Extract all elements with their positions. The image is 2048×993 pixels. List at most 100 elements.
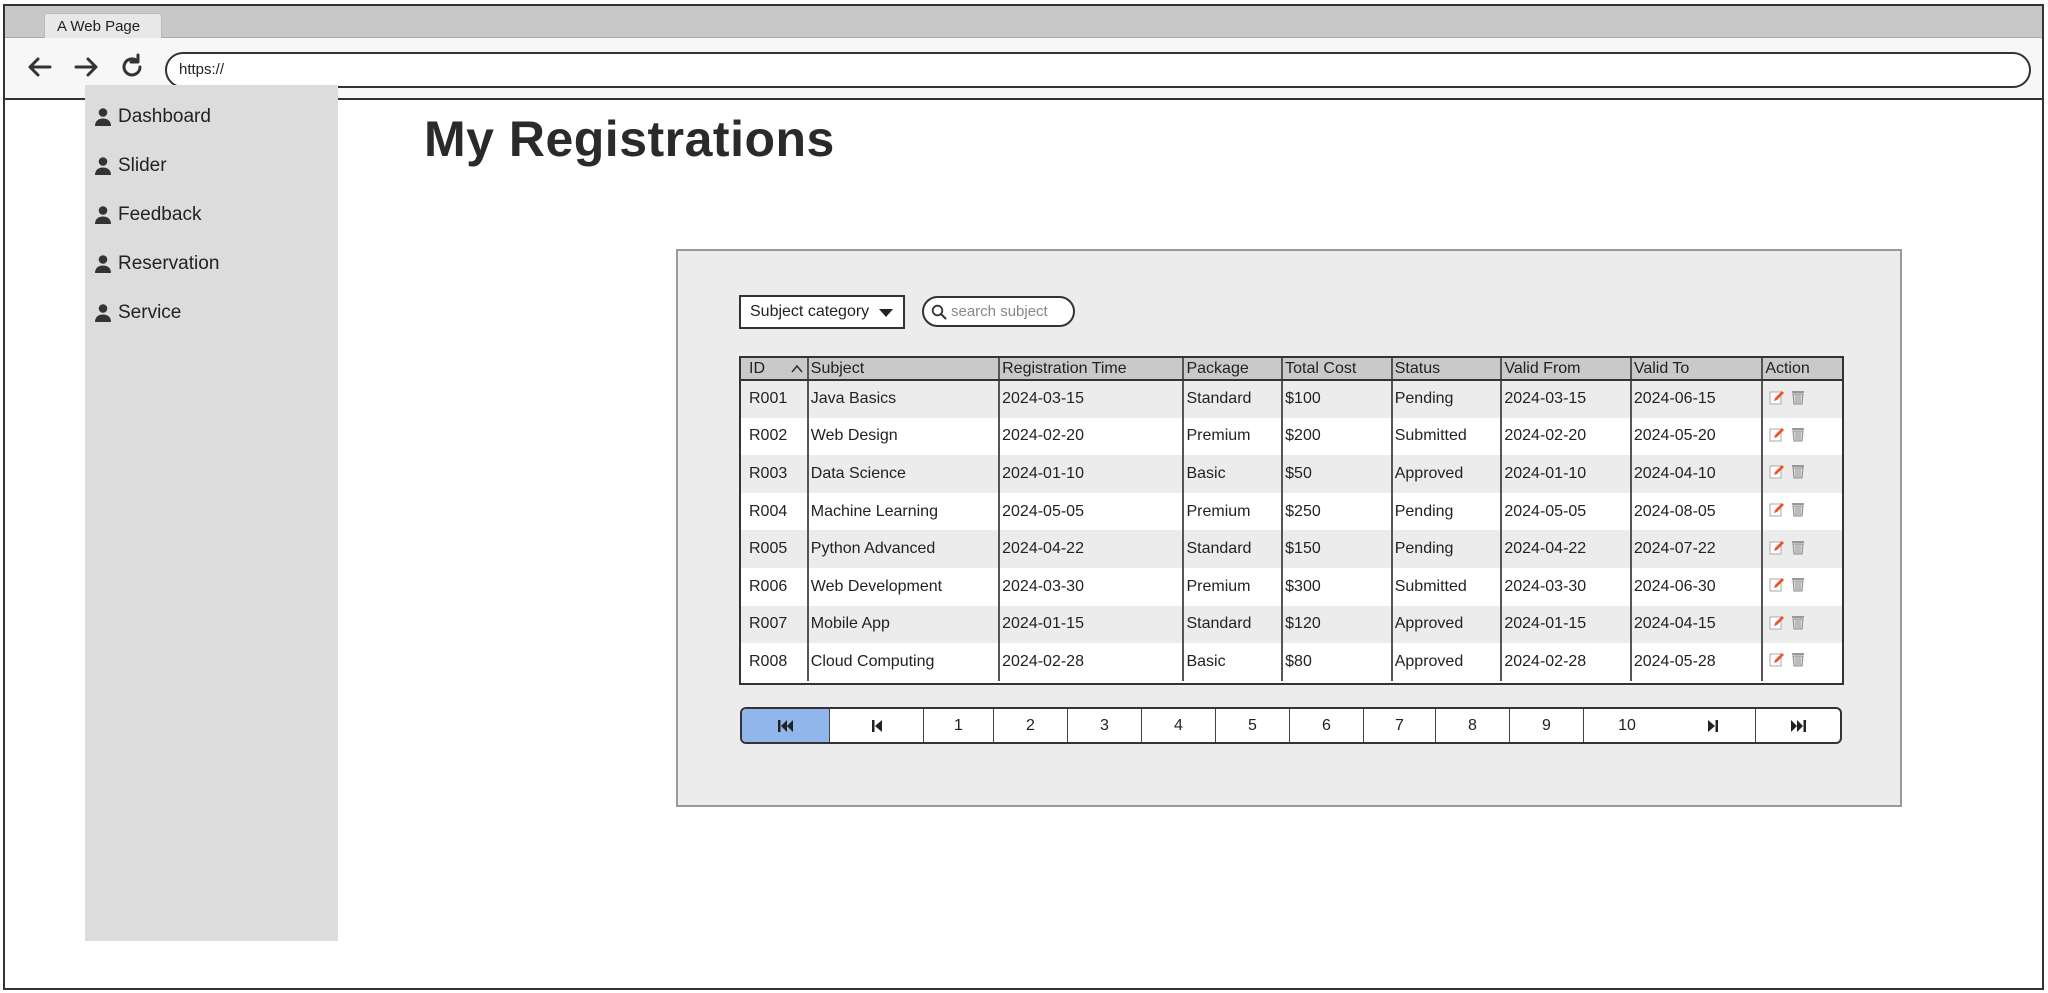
table-row[interactable]: R001 Java Basics 2024-03-15 Standard $100 Pen… xyxy=(741,380,1842,418)
cell-valid-from: 2024-04-22 xyxy=(1501,530,1632,568)
trash-icon[interactable] xyxy=(1790,463,1806,479)
trash-icon[interactable] xyxy=(1790,576,1806,592)
edit-icon[interactable] xyxy=(1769,539,1785,555)
next-page-button[interactable] xyxy=(1670,709,1756,742)
table-row[interactable]: R007 Mobile App 2024-01-15 Standard $120 Appr… xyxy=(741,605,1842,644)
page-button-4[interactable]: 4 xyxy=(1142,709,1216,742)
sidebar-item-label: Dashboard xyxy=(118,106,211,127)
edit-icon[interactable] xyxy=(1769,651,1785,667)
sidebar-item-feedback[interactable]: Feedback xyxy=(93,200,201,230)
sidebar-item-slider[interactable]: Slider xyxy=(93,151,167,181)
cell-valid-from: 2024-05-05 xyxy=(1501,492,1632,531)
reload-icon[interactable] xyxy=(115,52,149,86)
sidebar-item-label: Reservation xyxy=(118,253,220,274)
table-row[interactable]: R003 Data Science 2024-01-10 Basic $50 Approv… xyxy=(741,455,1842,493)
edit-icon[interactable] xyxy=(1769,576,1785,592)
trash-icon[interactable] xyxy=(1790,614,1806,630)
cell-valid-to: 2024-04-15 xyxy=(1630,605,1764,644)
subject-category-dropdown[interactable]: Subject category xyxy=(739,295,905,329)
cell-package: Premium xyxy=(1183,417,1284,456)
column-header-package[interactable]: Package xyxy=(1183,358,1284,381)
first-page-icon xyxy=(777,719,793,732)
sidebar-item-label: Feedback xyxy=(118,204,202,225)
browser-tab[interactable]: A Web Page xyxy=(44,13,162,39)
column-header-total-cost[interactable]: Total Cost xyxy=(1282,358,1393,381)
user-icon xyxy=(95,304,111,322)
sidebar-item-dashboard[interactable]: Dashboard xyxy=(93,102,211,132)
page-button-3[interactable]: 3 xyxy=(1068,709,1142,742)
column-header-action: Action xyxy=(1762,358,1842,381)
column-header-id[interactable]: ID xyxy=(741,358,809,381)
edit-icon[interactable] xyxy=(1769,426,1785,442)
trash-icon[interactable] xyxy=(1790,539,1806,555)
sort-ascending-icon[interactable] xyxy=(791,363,803,375)
last-page-button[interactable] xyxy=(1756,709,1840,742)
page-button-8[interactable]: 8 xyxy=(1436,709,1510,742)
user-icon xyxy=(95,108,111,126)
edit-icon[interactable] xyxy=(1769,463,1785,479)
table-row[interactable]: R005 Python Advanced 2024-04-22 Standard $15… xyxy=(741,530,1842,568)
page-button-7[interactable]: 7 xyxy=(1364,709,1436,742)
cell-action xyxy=(1762,380,1842,418)
cell-subject: Machine Learning xyxy=(807,492,1001,531)
edit-icon[interactable] xyxy=(1769,501,1785,517)
sidebar-item-service[interactable]: Service xyxy=(93,298,181,328)
cell-status: Pending xyxy=(1391,380,1503,418)
column-header-subject[interactable]: Subject xyxy=(807,358,1001,381)
cell-registration-time: 2024-01-10 xyxy=(999,455,1185,493)
cell-registration-time: 2024-04-22 xyxy=(999,530,1185,568)
edit-icon[interactable] xyxy=(1769,614,1785,630)
table-row[interactable]: R006 Web Development 2024-03-30 Premium $300… xyxy=(741,567,1842,606)
cell-id: R002 xyxy=(741,417,809,456)
page-button-9[interactable]: 9 xyxy=(1510,709,1584,742)
cell-registration-time: 2024-03-15 xyxy=(999,380,1185,418)
first-page-button[interactable] xyxy=(742,709,830,742)
cell-status: Submitted xyxy=(1391,567,1503,606)
previous-page-button[interactable] xyxy=(830,709,924,742)
cell-package: Premium xyxy=(1183,492,1284,531)
cell-subject: Mobile App xyxy=(807,605,1001,644)
table-row[interactable]: R004 Machine Learning 2024-05-05 Premium $25… xyxy=(741,492,1842,531)
back-icon[interactable] xyxy=(23,52,57,86)
cell-action xyxy=(1762,455,1842,493)
cell-status: Approved xyxy=(1391,643,1503,681)
table-row[interactable]: R002 Web Design 2024-02-20 Premium $200 Submi… xyxy=(741,417,1842,456)
column-header-valid-to[interactable]: Valid To xyxy=(1630,358,1764,381)
cell-subject: Cloud Computing xyxy=(807,643,1001,681)
sidebar-item-reservation[interactable]: Reservation xyxy=(93,249,219,279)
address-bar[interactable]: https:// xyxy=(165,52,2031,88)
cell-id: R001 xyxy=(741,380,809,418)
column-header-registration-time[interactable]: Registration Time xyxy=(999,358,1185,381)
cell-action xyxy=(1762,643,1842,681)
cell-subject: Web Development xyxy=(807,567,1001,606)
column-header-label: ID xyxy=(749,359,765,377)
user-icon xyxy=(95,255,111,273)
table-row[interactable]: R008 Cloud Computing 2024-02-28 Basic $80 App… xyxy=(741,643,1842,681)
column-header-status[interactable]: Status xyxy=(1391,358,1503,381)
caret-down-icon xyxy=(879,309,893,317)
cell-status: Pending xyxy=(1391,530,1503,568)
trash-icon[interactable] xyxy=(1790,501,1806,517)
cell-id: R004 xyxy=(741,492,809,531)
cell-valid-to: 2024-08-05 xyxy=(1630,492,1764,531)
page-button-1[interactable]: 1 xyxy=(924,709,994,742)
trash-icon[interactable] xyxy=(1790,426,1806,442)
cell-valid-to: 2024-06-30 xyxy=(1630,567,1764,606)
cell-valid-to: 2024-04-10 xyxy=(1630,455,1764,493)
trash-icon[interactable] xyxy=(1790,651,1806,667)
cell-total-cost: $120 xyxy=(1282,605,1393,644)
edit-icon[interactable] xyxy=(1769,389,1785,405)
trash-icon[interactable] xyxy=(1790,389,1806,405)
search-subject-input[interactable]: search subject xyxy=(922,296,1075,327)
cell-id: R005 xyxy=(741,530,809,568)
page-button-6[interactable]: 6 xyxy=(1290,709,1364,742)
cell-package: Standard xyxy=(1183,530,1284,568)
cell-id: R007 xyxy=(741,605,809,644)
page-button-5[interactable]: 5 xyxy=(1216,709,1290,742)
cell-action xyxy=(1762,530,1842,568)
page-button-2[interactable]: 2 xyxy=(994,709,1068,742)
column-header-valid-from[interactable]: Valid From xyxy=(1501,358,1632,381)
page-button-10[interactable]: 10 xyxy=(1584,709,1670,742)
cell-valid-from: 2024-01-10 xyxy=(1501,455,1632,493)
forward-icon[interactable] xyxy=(69,52,103,86)
